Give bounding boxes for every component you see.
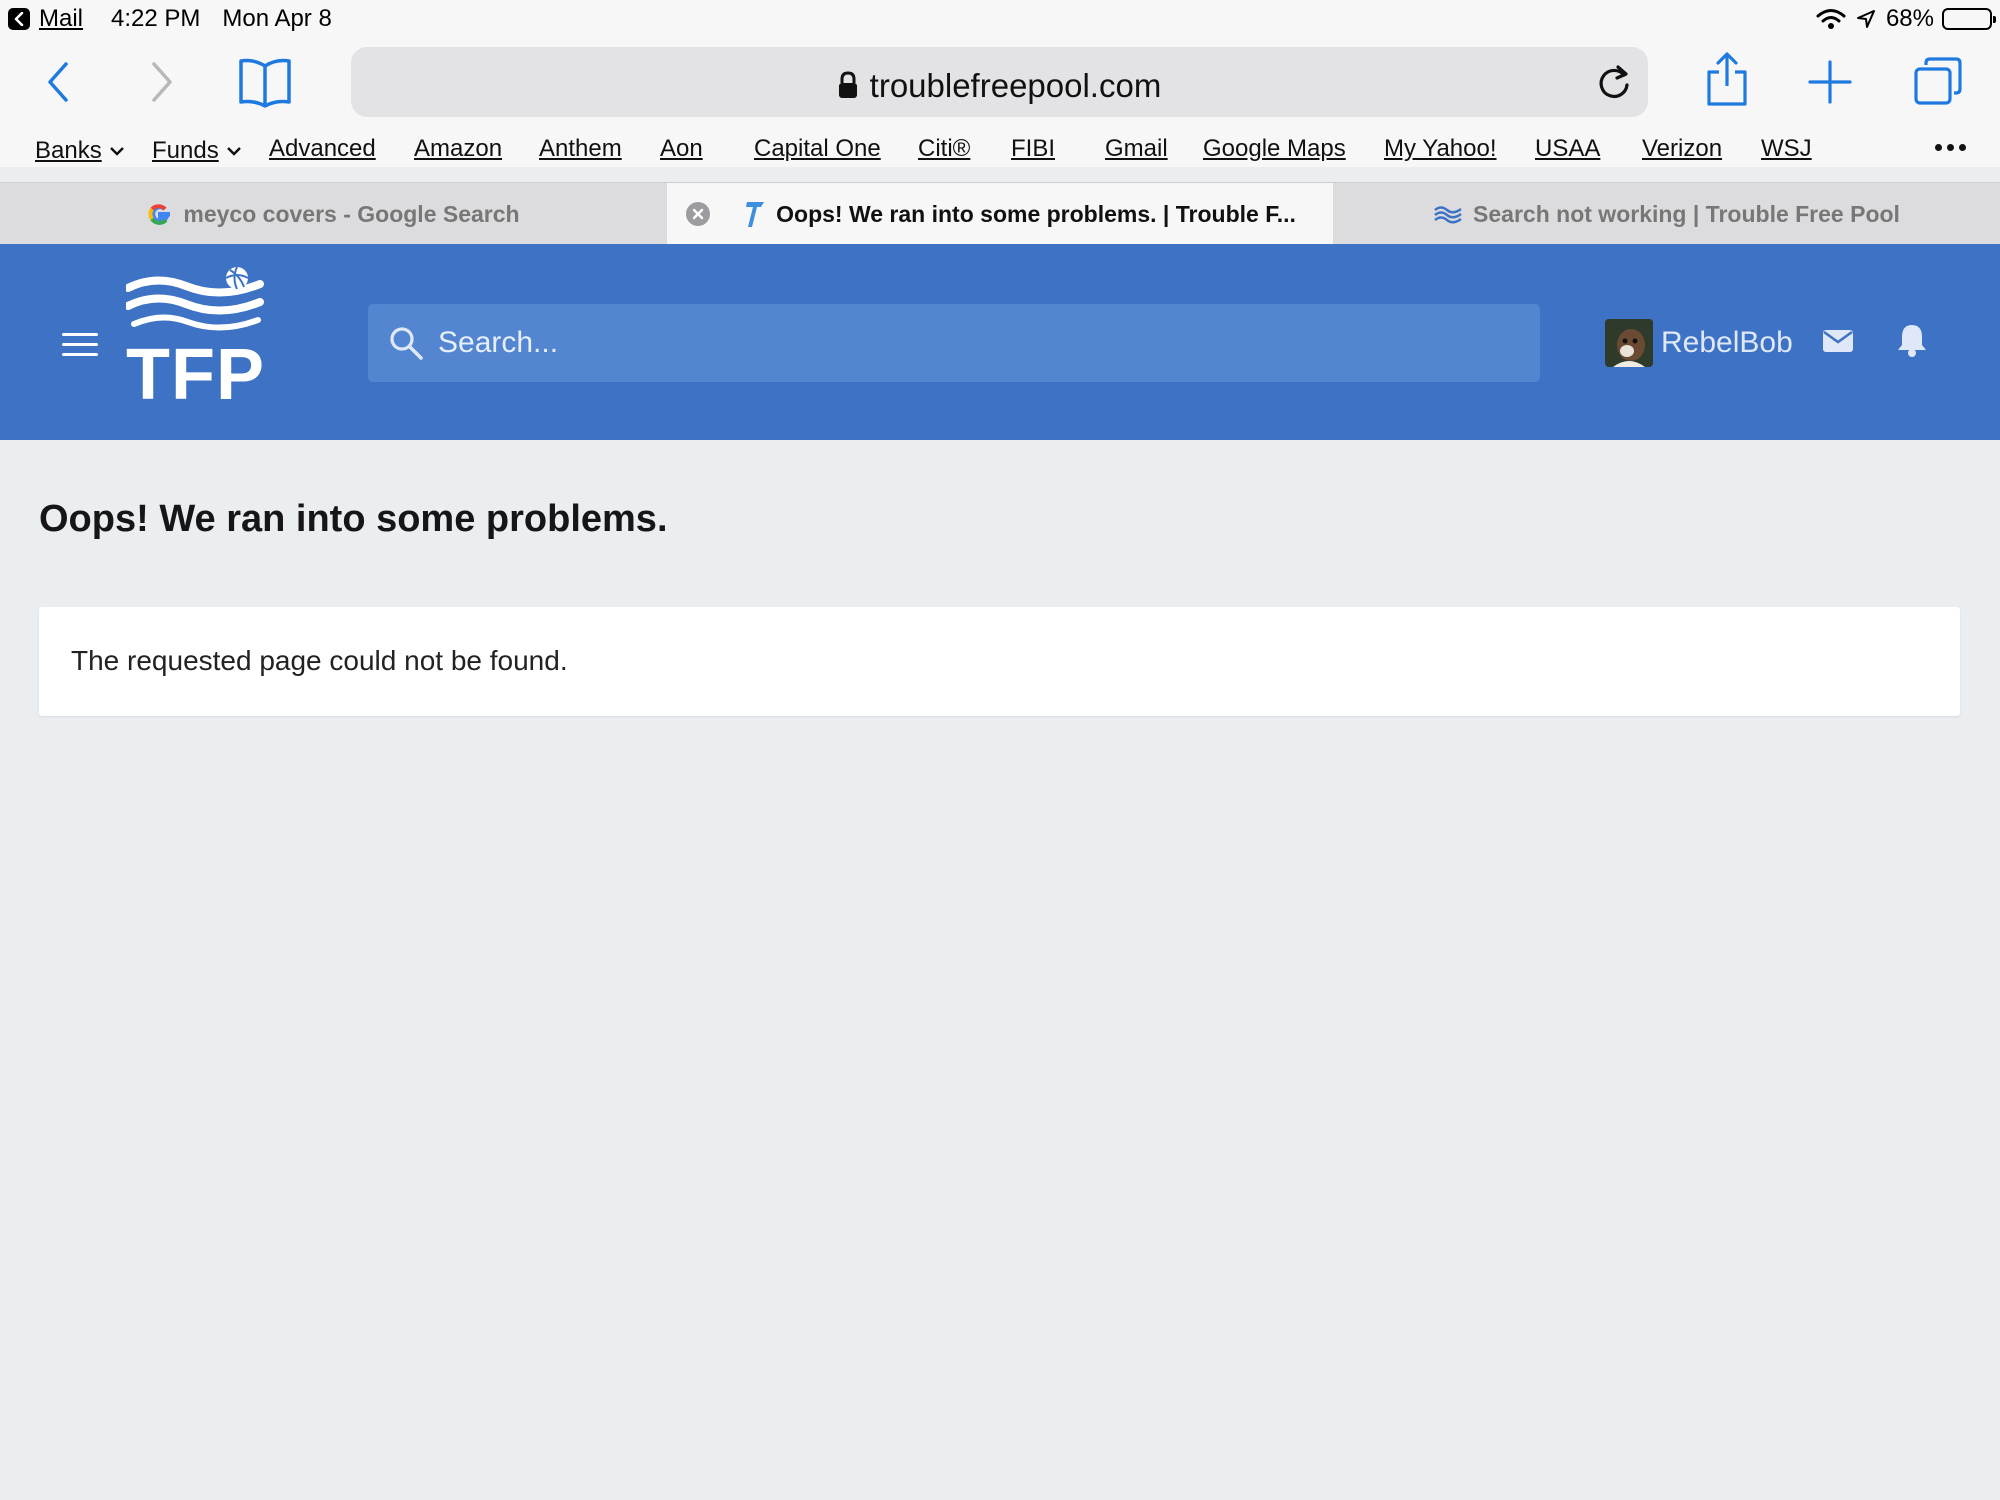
back-to-app-icon[interactable]	[8, 8, 30, 30]
address-bar[interactable]: troublefreepool.com	[351, 47, 1648, 117]
status-date: Mon Apr 8	[222, 5, 332, 32]
logo-text: TFP	[126, 335, 265, 415]
bookmark-folder-banks[interactable]: Banks	[35, 135, 124, 165]
menu-icon[interactable]	[62, 333, 98, 363]
tab-google-search[interactable]: meyco covers - Google Search	[0, 183, 667, 245]
lock-icon	[838, 69, 858, 107]
site-search-box[interactable]	[368, 304, 1540, 382]
alerts-bell-icon[interactable]	[1897, 323, 1927, 362]
bookmark-aon[interactable]: Aon	[660, 135, 703, 163]
bookmark-my-yahoo[interactable]: My Yahoo!	[1384, 135, 1497, 163]
status-right: 68%	[1816, 5, 1996, 33]
battery-icon	[1942, 8, 1996, 30]
back-to-mail-link[interactable]: Mail	[39, 5, 83, 33]
bookmark-fibi[interactable]: FIBI	[1011, 135, 1055, 163]
bookmark-label: Funds	[152, 137, 219, 164]
bookmark-verizon[interactable]: Verizon	[1642, 135, 1722, 163]
bookmark-label: Banks	[35, 137, 102, 164]
search-input[interactable]	[438, 304, 1518, 382]
user-menu[interactable]: RebelBob	[1605, 319, 1793, 367]
location-arrow-icon	[1856, 9, 1876, 29]
error-message-box: The requested page could not be found.	[39, 607, 1960, 716]
site-header: TFP RebelBob	[0, 244, 2000, 440]
url-text: troublefreepool.com	[869, 67, 1162, 104]
bookmark-capital-one[interactable]: Capital One	[754, 135, 881, 163]
bookmark-folder-funds[interactable]: Funds	[152, 135, 241, 165]
tfp-logo[interactable]: TFP	[126, 266, 270, 415]
wifi-icon	[1816, 8, 1846, 30]
bookmark-citi[interactable]: Citi®	[918, 135, 970, 163]
bookmark-amazon[interactable]: Amazon	[414, 135, 502, 163]
more-bookmarks-icon[interactable]	[1935, 135, 1966, 151]
avatar	[1605, 319, 1653, 367]
tab-oops-page[interactable]: Oops! We ran into some problems. | Troub…	[667, 183, 1333, 245]
page-title: Oops! We ran into some problems.	[39, 498, 668, 540]
tab-label: Oops! We ran into some problems. | Troub…	[776, 200, 1296, 227]
reload-icon[interactable]	[1596, 63, 1632, 106]
tab-search-not-working[interactable]: Search not working | Trouble Free Pool	[1333, 183, 2000, 245]
bookmark-usaa[interactable]: USAA	[1535, 135, 1600, 163]
share-icon[interactable]	[1705, 52, 1749, 111]
chevron-down-icon	[109, 135, 124, 163]
url-display: troublefreepool.com	[351, 67, 1648, 107]
google-favicon-icon	[147, 201, 173, 227]
close-tab-icon[interactable]	[686, 202, 710, 226]
tabs-icon[interactable]	[1913, 56, 1963, 111]
bookmark-anthem[interactable]: Anthem	[539, 135, 622, 163]
bookmark-google-maps[interactable]: Google Maps	[1203, 135, 1346, 163]
tab-bar: meyco covers - Google Search Oops! We ra…	[0, 182, 2000, 245]
status-time: 4:22 PM	[111, 5, 201, 32]
back-icon[interactable]	[44, 60, 72, 109]
error-message: The requested page could not be found.	[71, 645, 568, 676]
new-tab-icon[interactable]	[1808, 60, 1852, 109]
status-left: Mail 4:22 PM Mon Apr 8	[8, 5, 332, 33]
username: RebelBob	[1661, 326, 1793, 359]
wave-favicon-icon	[1433, 204, 1463, 224]
browser-toolbar: troublefreepool.com Banks Funds Advanced…	[0, 40, 2000, 167]
favorites-bar: Banks Funds Advanced Amazon Anthem Aon C…	[0, 135, 2000, 167]
tab-label: Search not working | Trouble Free Pool	[1473, 200, 1900, 227]
bookmark-advanced[interactable]: Advanced	[269, 135, 376, 163]
status-bar: Mail 4:22 PM Mon Apr 8 68%	[0, 0, 2000, 40]
bookmarks-icon[interactable]	[238, 56, 292, 113]
battery-percent: 68%	[1885, 5, 1934, 32]
tab-label: meyco covers - Google Search	[183, 200, 520, 227]
chevron-down-icon	[226, 135, 241, 163]
logo-waves-icon	[126, 266, 264, 331]
tfp-favicon-icon	[744, 199, 766, 229]
search-icon	[388, 325, 424, 366]
inbox-icon[interactable]	[1822, 329, 1854, 358]
forward-icon[interactable]	[148, 60, 176, 109]
bookmark-gmail[interactable]: Gmail	[1105, 135, 1168, 163]
bookmark-wsj[interactable]: WSJ	[1761, 135, 1812, 163]
